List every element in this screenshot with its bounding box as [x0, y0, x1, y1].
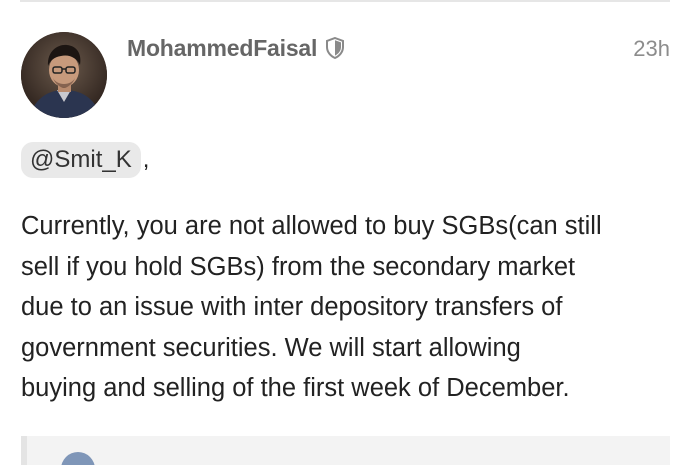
- mention-suffix: ,: [142, 146, 150, 173]
- username-link[interactable]: MohammedFaisal: [127, 35, 317, 62]
- forum-post: MohammedFaisal 23h @Smit_K , Currently, …: [0, 0, 690, 465]
- shield-icon: [325, 37, 345, 59]
- avatar[interactable]: [21, 32, 107, 118]
- avatar-photo: [21, 32, 107, 118]
- post-divider: [20, 0, 670, 2]
- quote-avatar: [61, 452, 95, 465]
- post-body-line: sell if you hold SGBs) from the secondar…: [21, 252, 576, 281]
- post-body-line: government securities. We will start all…: [21, 333, 521, 362]
- post-body-line: due to an issue with inter depository tr…: [21, 293, 563, 321]
- post-author: MohammedFaisal: [127, 32, 345, 64]
- post-body-line: Currently, you are not allowed to buy SG…: [21, 212, 602, 240]
- post-timestamp[interactable]: 23h: [633, 36, 670, 62]
- mention-line: @Smit_K ,: [21, 141, 149, 179]
- post-body-line: buying and selling of the first week of …: [21, 374, 570, 402]
- quote-block[interactable]: [21, 436, 670, 465]
- post-body: Currently, you are not allowed to buy SG…: [21, 206, 681, 409]
- user-mention-link[interactable]: @Smit_K: [21, 142, 141, 178]
